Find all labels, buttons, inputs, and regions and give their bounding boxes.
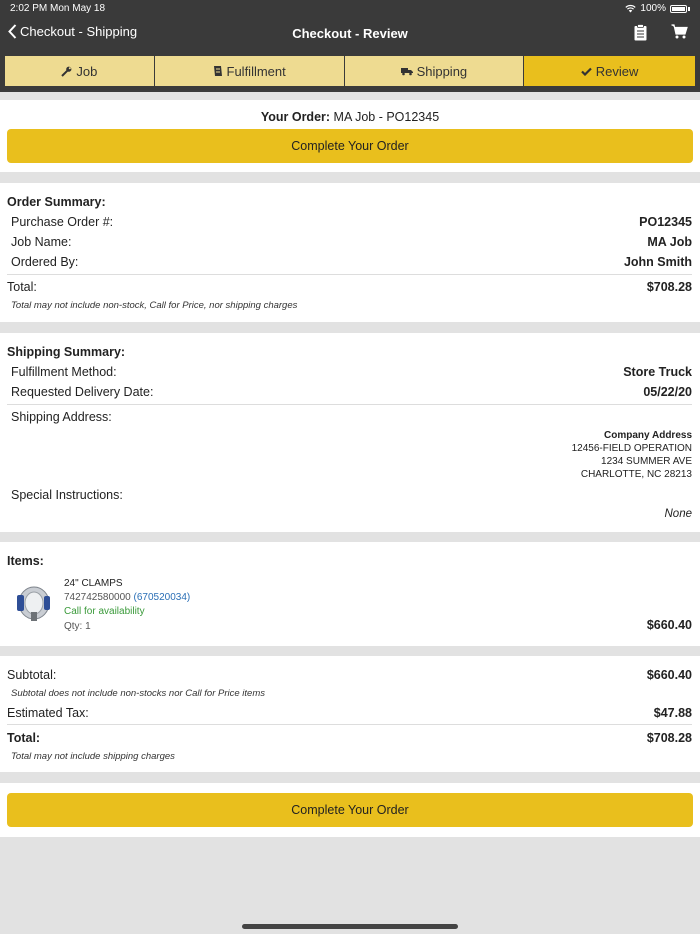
truck-icon bbox=[400, 67, 413, 75]
fulfillment-method-label: Fulfillment Method: bbox=[11, 365, 117, 379]
address-company: Company Address bbox=[604, 430, 692, 441]
po-value: PO12345 bbox=[639, 215, 692, 229]
home-indicator[interactable] bbox=[242, 924, 458, 929]
grand-total-label: Total: bbox=[7, 731, 41, 745]
item-sku: 742742580000 bbox=[64, 592, 131, 603]
complete-order-button-top[interactable]: Complete Your Order bbox=[7, 129, 693, 163]
battery-tip bbox=[688, 6, 690, 11]
delivery-date-value: 05/22/20 bbox=[643, 385, 692, 399]
fulfillment-method-value: Store Truck bbox=[623, 365, 692, 379]
items-section: Items: 24" CLAMPS 742742580000 (67052003… bbox=[0, 542, 700, 646]
your-order-value: MA Job - PO12345 bbox=[333, 110, 440, 124]
list-item[interactable]: 24" CLAMPS 742742580000 (670520034) Call… bbox=[0, 576, 700, 636]
order-total-value: $708.28 bbox=[646, 280, 692, 294]
order-summary-section: Order Summary: Purchase Order #: PO12345 … bbox=[0, 183, 700, 322]
status-time: 2:02 PM Mon May 18 bbox=[10, 3, 106, 14]
navigation-bar: Checkout - Shipping Checkout - Review bbox=[0, 16, 700, 51]
shipping-summary-section: Shipping Summary: Fulfillment Method: Sto… bbox=[0, 333, 700, 532]
item-alt-id-link[interactable]: (670520034) bbox=[134, 592, 191, 603]
item-sku-line: 742742580000 (670520034) bbox=[64, 592, 190, 603]
special-instructions-row: Special Instructions: bbox=[11, 488, 692, 502]
divider bbox=[7, 404, 692, 405]
tax-value: $47.88 bbox=[653, 706, 692, 720]
grand-total-value: $708.28 bbox=[646, 731, 692, 745]
battery-icon bbox=[670, 4, 687, 13]
fulfillment-method-row: Fulfillment Method: Store Truck bbox=[11, 365, 692, 379]
order-total-label: Total: bbox=[7, 280, 37, 294]
step-job[interactable]: Job bbox=[5, 56, 154, 86]
back-label: Checkout - Shipping bbox=[20, 24, 138, 39]
ordered-by-row: Ordered By: John Smith bbox=[11, 255, 692, 269]
shipping-address-row: Shipping Address: bbox=[11, 410, 692, 424]
job-name-value: MA Job bbox=[647, 235, 692, 249]
step-fulfillment[interactable]: Fulfillment bbox=[154, 56, 344, 86]
step-shipping-label: Shipping bbox=[416, 63, 468, 79]
wrench-icon bbox=[61, 66, 72, 77]
po-row: Purchase Order #: PO12345 bbox=[11, 215, 692, 229]
product-image bbox=[14, 582, 54, 624]
ordered-by-label: Ordered By: bbox=[11, 255, 79, 269]
cart-icon[interactable] bbox=[671, 24, 688, 44]
subtotal-row: Subtotal: $660.40 bbox=[7, 668, 692, 682]
battery-percent: 100% bbox=[640, 3, 666, 14]
step-fulfillment-label: Fulfillment bbox=[226, 63, 286, 79]
grand-total-note: Total may not include shipping charges bbox=[11, 751, 175, 762]
bottom-action-section: Complete Your Order bbox=[0, 783, 700, 837]
item-qty: Qty: 1 bbox=[64, 621, 91, 632]
step-shipping[interactable]: Shipping bbox=[344, 56, 524, 86]
your-order-section: Your Order: MA Job - PO12345 Complete Yo… bbox=[0, 100, 700, 172]
shipping-address-label: Shipping Address: bbox=[11, 410, 112, 424]
order-total-row: Total: $708.28 bbox=[7, 280, 692, 294]
address-line-2: 1234 SUMMER AVE bbox=[601, 456, 692, 467]
tax-label: Estimated Tax: bbox=[7, 706, 89, 720]
job-name-label: Job Name: bbox=[11, 235, 72, 249]
special-instructions-label: Special Instructions: bbox=[11, 488, 123, 502]
your-order-line: Your Order: MA Job - PO12345 bbox=[0, 110, 700, 124]
complete-order-button-bottom[interactable]: Complete Your Order bbox=[7, 793, 693, 827]
checkout-steps: Job Fulfillment Shipping Review bbox=[0, 51, 700, 92]
clipboard-icon[interactable] bbox=[634, 24, 647, 46]
address-line-3: CHARLOTTE, NC 28213 bbox=[580, 469, 692, 480]
order-summary-heading: Order Summary: bbox=[7, 195, 106, 209]
po-label: Purchase Order #: bbox=[11, 215, 114, 229]
order-total-note: Total may not include non-stock, Call fo… bbox=[11, 300, 298, 311]
address-line-1: 12456-FIELD OPERATION bbox=[571, 443, 692, 454]
step-job-label: Job bbox=[76, 63, 98, 79]
subtotal-note: Subtotal does not include non-stocks nor… bbox=[11, 688, 265, 699]
truck-box-icon bbox=[213, 66, 222, 76]
divider bbox=[7, 724, 692, 725]
items-heading: Items: bbox=[7, 554, 44, 568]
your-order-label: Your Order: bbox=[260, 110, 331, 124]
item-availability: Call for availability bbox=[64, 606, 145, 617]
job-name-row: Job Name: MA Job bbox=[11, 235, 692, 249]
tax-row: Estimated Tax: $47.88 bbox=[7, 706, 692, 720]
subtotal-label: Subtotal: bbox=[7, 668, 57, 682]
item-name: 24" CLAMPS bbox=[64, 578, 123, 589]
wifi-icon bbox=[625, 4, 637, 13]
shipping-summary-heading: Shipping Summary: bbox=[7, 345, 126, 359]
status-right: 100% bbox=[625, 3, 690, 14]
status-bar: 2:02 PM Mon May 18 100% bbox=[0, 0, 700, 16]
step-review[interactable]: Review bbox=[524, 56, 695, 86]
ordered-by-value: John Smith bbox=[623, 255, 692, 269]
back-button[interactable]: Checkout - Shipping bbox=[8, 24, 137, 39]
special-instructions-value: None bbox=[664, 508, 693, 520]
delivery-date-label: Requested Delivery Date: bbox=[11, 385, 154, 399]
delivery-date-row: Requested Delivery Date: 05/22/20 bbox=[11, 385, 692, 399]
grand-total-row: Total: $708.28 bbox=[7, 731, 692, 745]
divider bbox=[7, 274, 692, 275]
step-review-label: Review bbox=[595, 63, 639, 79]
totals-section: Subtotal: $660.40 Subtotal does not inclu… bbox=[0, 656, 700, 772]
item-price: $660.40 bbox=[646, 618, 692, 632]
chevron-left-icon bbox=[8, 24, 17, 39]
checkmark-icon bbox=[581, 67, 592, 76]
subtotal-value: $660.40 bbox=[646, 668, 692, 682]
